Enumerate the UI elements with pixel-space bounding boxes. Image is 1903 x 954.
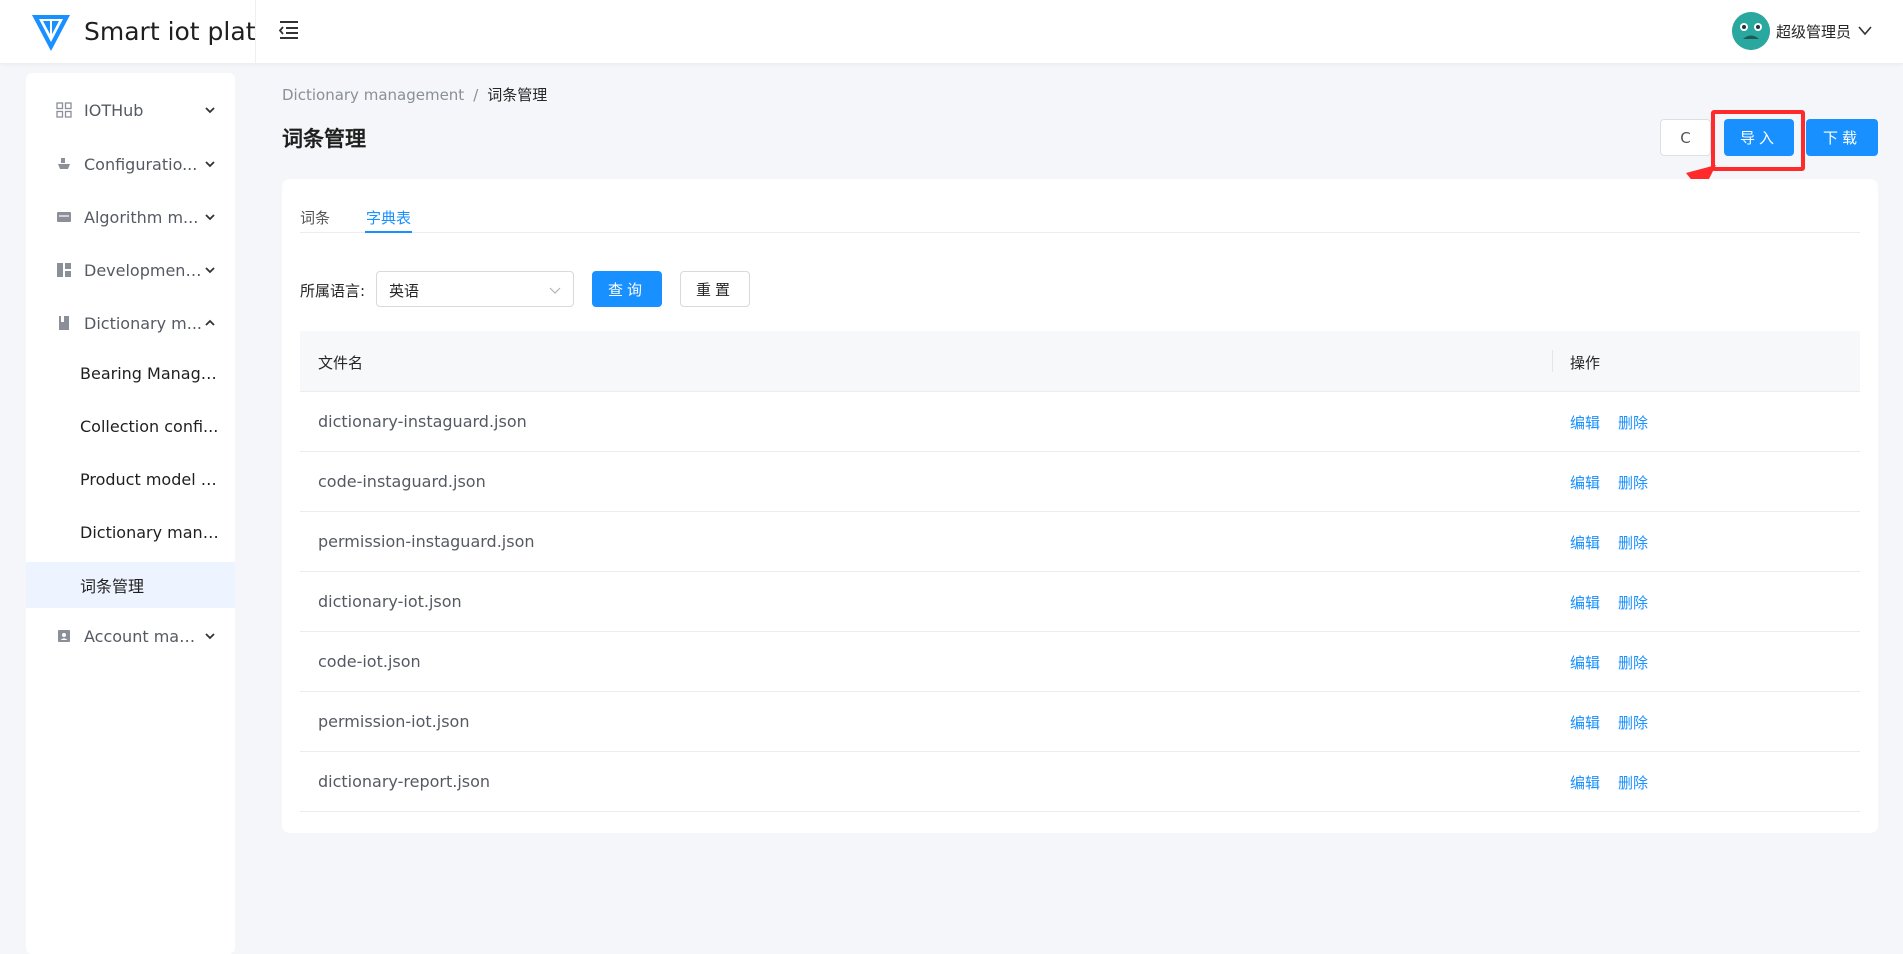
sidebar-item-label: Configuratio... [84,154,198,174]
sidebar-item-development[interactable]: Development... [26,245,235,295]
table-row: permission-iot.json 编辑 删除 [300,692,1860,752]
top-header: Smart iot platfor 超级管理员 [0,0,1903,63]
sidebar-item-label: Development... [84,260,204,280]
table-row: code-instaguard.json 编辑 删除 [300,452,1860,512]
delete-link[interactable]: 删除 [1618,652,1648,673]
breadcrumb-current: 词条管理 [487,86,548,104]
user-name: 超级管理员 [1775,22,1851,41]
chevron-down-icon [549,287,561,294]
table-row: permission-instaguard.json 编辑 删除 [300,512,1860,572]
column-header-actions: 操作 [1570,354,1601,372]
app-title: Smart iot platfor [84,17,256,46]
menu-collapse-icon[interactable] [276,17,302,43]
edit-link[interactable]: 编辑 [1570,652,1600,673]
file-name: code-iot.json [318,652,421,671]
edit-link[interactable]: 编辑 [1570,772,1600,793]
reset-button[interactable]: 重置 [680,271,750,307]
table-row: dictionary-instaguard.json 编辑 删除 [300,392,1860,452]
table-header: 文件名 操作 [300,331,1860,392]
sidebar-subitem-label: Bearing Manage... [80,363,225,383]
sidebar: IOTHub Configuratio... Algorithm m... De… [26,73,235,954]
refresh-button[interactable]: C [1660,119,1711,156]
sidebar-item-configuration[interactable]: Configuratio... [26,139,235,189]
avatar-face-icon [1731,12,1770,50]
book-icon [59,316,69,330]
edit-link[interactable]: 编辑 [1570,412,1600,433]
sidebar-subitem-product-model[interactable]: Product model n... [26,456,235,502]
sidebar-item-algorithm[interactable]: Algorithm m... [26,192,235,242]
file-name: permission-instaguard.json [318,532,535,551]
chevron-up-icon [205,319,215,326]
sidebar-subitem-label: 词条管理 [80,577,145,596]
delete-link[interactable]: 删除 [1618,532,1648,553]
refresh-icon: C [1680,128,1691,147]
sidebar-item-dictionary[interactable]: Dictionary m... [26,298,235,348]
edit-link[interactable]: 编辑 [1570,532,1600,553]
file-name: dictionary-report.json [318,772,491,791]
chevron-down-icon [205,161,215,168]
breadcrumb-parent[interactable]: Dictionary management [282,86,464,104]
file-name: code-instaguard.json [318,472,486,491]
import-button[interactable]: 导入 [1724,119,1794,156]
sidebar-subitem-label: Product model n... [80,469,225,489]
sidebar-subitem-entry-management[interactable]: 词条管理 [26,562,235,608]
download-button[interactable]: 下载 [1806,119,1878,156]
account-icon [58,630,70,642]
tab-dictionary-table[interactable]: 字典表 [366,207,411,233]
breadcrumb-separator: / [473,86,479,104]
content-card: 词条 字典表 所属语言: 英语 查询 重置 文件名 操作 dictionary-… [282,179,1878,833]
logo-icon [32,14,70,51]
table-row: dictionary-report.json 编辑 删除 [300,752,1860,812]
user-menu[interactable]: 超级管理员 [1731,10,1873,52]
sidebar-subitem-label: Collection confi... [80,416,219,436]
file-name: permission-iot.json [318,712,470,731]
sidebar-item-label: IOTHub [84,100,144,120]
chevron-down-icon [205,107,215,114]
grid-icon [56,102,72,118]
file-name: dictionary-instaguard.json [318,412,527,431]
delete-link[interactable]: 删除 [1618,412,1648,433]
tab-entries[interactable]: 词条 [300,207,330,233]
tab-active-indicator [365,231,412,233]
table-row: dictionary-iot.json 编辑 删除 [300,572,1860,632]
algorithm-icon [57,212,71,222]
delete-link[interactable]: 删除 [1618,592,1648,613]
logo-area[interactable]: Smart iot platfor [0,0,256,63]
sidebar-subitem-dictionary-management[interactable]: Dictionary mana... [26,509,235,555]
table-row: code-iot.json 编辑 删除 [300,632,1860,692]
column-divider [1552,350,1553,372]
language-select[interactable]: 英语 [376,271,574,307]
sidebar-item-label: Dictionary m... [84,313,202,333]
file-name: dictionary-iot.json [318,592,462,611]
edit-link[interactable]: 编辑 [1570,712,1600,733]
chevron-down-icon [205,214,215,221]
delete-link[interactable]: 删除 [1618,472,1648,493]
sidebar-item-label: Algorithm m... [84,207,199,227]
language-label: 所属语言: [300,282,366,300]
sidebar-subitem-collection[interactable]: Collection confi... [26,403,235,449]
chevron-down-icon [205,633,215,640]
breadcrumb: Dictionary management / 词条管理 [282,84,547,105]
tabs: 词条 字典表 [300,207,1860,233]
sidebar-item-iothub[interactable]: IOTHub [26,85,235,135]
chevron-down-icon [205,267,215,274]
sidebar-subitem-bearing[interactable]: Bearing Manage... [26,350,235,396]
development-icon [57,263,71,277]
ship-icon [58,158,70,169]
delete-link[interactable]: 删除 [1618,712,1648,733]
sidebar-item-account[interactable]: Account man... [26,611,235,661]
sidebar-item-label: Account man... [84,626,204,646]
edit-link[interactable]: 编辑 [1570,592,1600,613]
language-select-value: 英语 [389,282,420,300]
query-button[interactable]: 查询 [592,271,662,307]
edit-link[interactable]: 编辑 [1570,472,1600,493]
column-header-filename: 文件名 [318,354,364,372]
chevron-down-icon [1858,26,1872,36]
page-title: 词条管理 [282,127,366,151]
sidebar-subitem-label: Dictionary mana... [80,522,225,542]
avatar [1731,12,1770,50]
delete-link[interactable]: 删除 [1618,772,1648,793]
